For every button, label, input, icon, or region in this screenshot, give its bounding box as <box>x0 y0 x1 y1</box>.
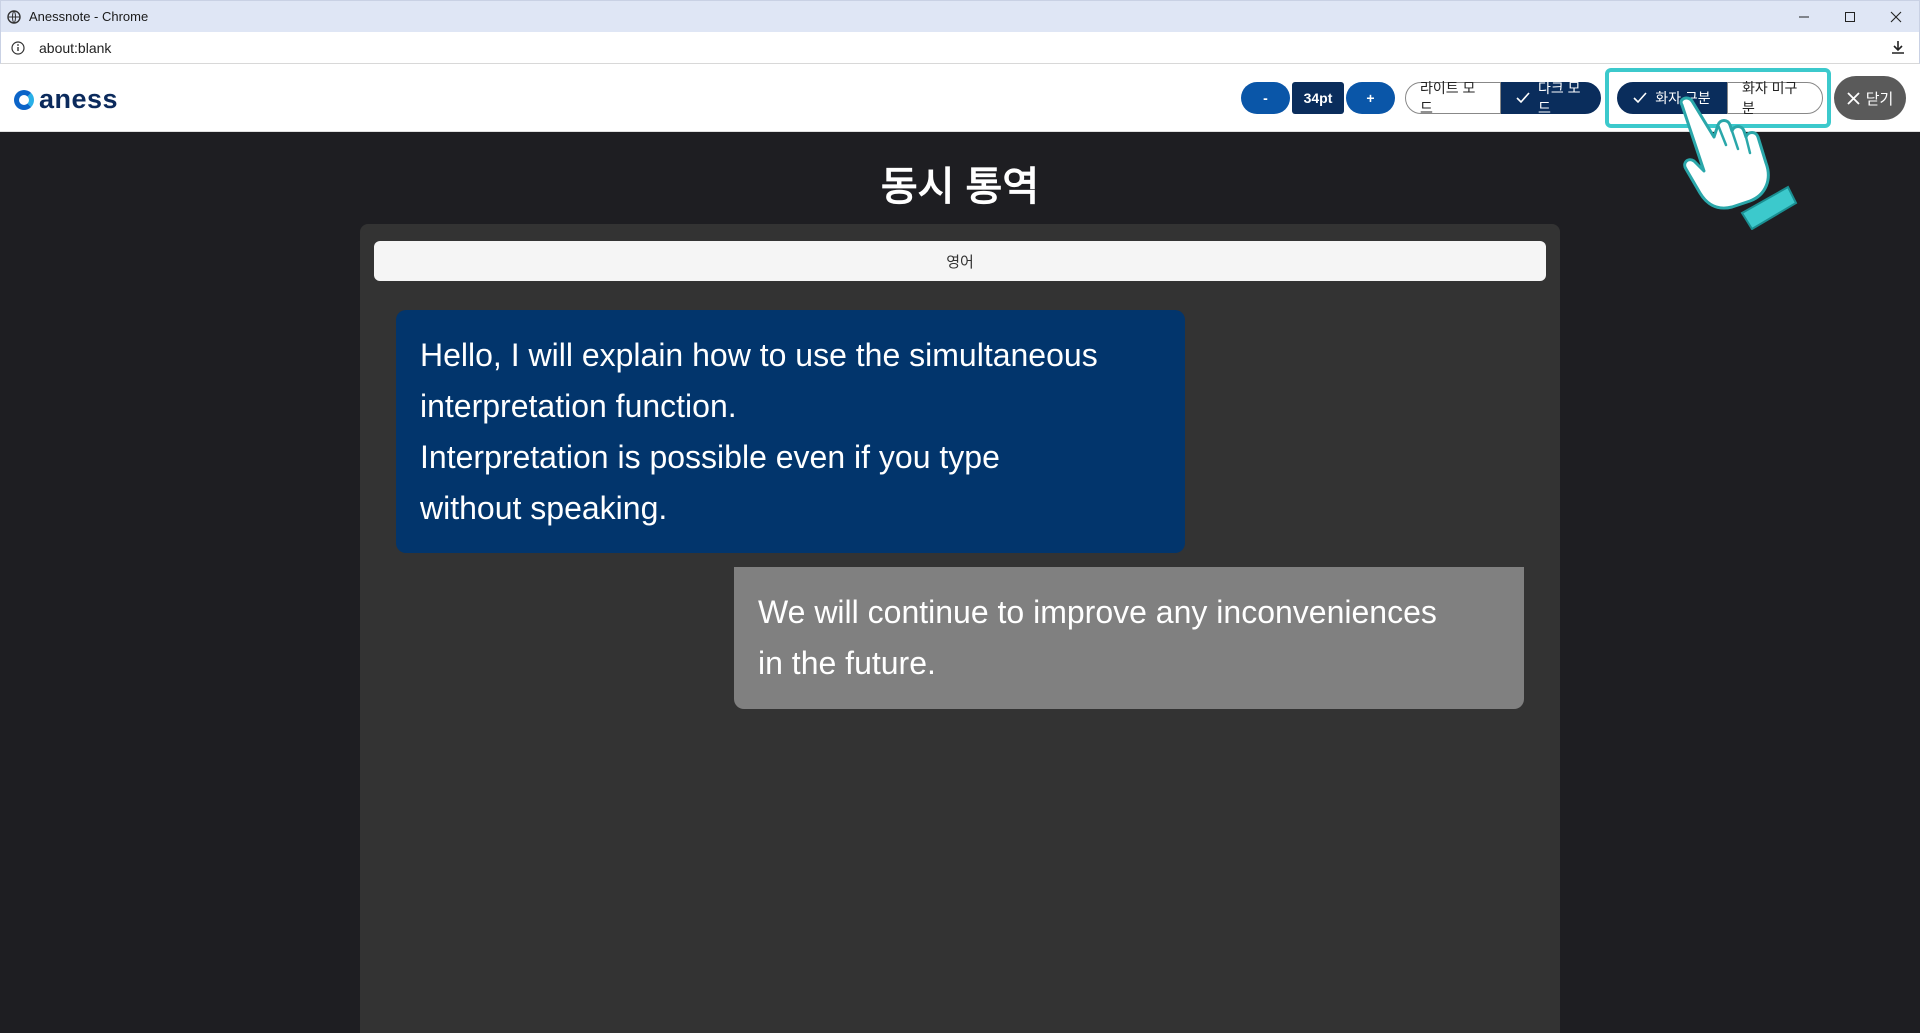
light-mode-label: 라이트 모드 <box>1420 80 1476 116</box>
message-line: Interpretation is possible even if you t… <box>420 439 1000 475</box>
close-icon <box>1847 91 1860 105</box>
logo-text: aness <box>39 84 119 114</box>
window-title: Anessnote - Chrome <box>29 9 149 24</box>
interpretation-panel: 영어 Hello, I will explain how to use the … <box>360 224 1560 1033</box>
window-titlebar: Anessnote - Chrome <box>0 0 1920 32</box>
address-bar: about:blank <box>0 32 1920 64</box>
window-controls <box>1781 1 1919 33</box>
main-area: 동시 통역 영어 Hello, I will explain how to us… <box>0 132 1920 1033</box>
message-bubble-speaker-2: We will continue to improve any inconven… <box>734 567 1524 709</box>
font-increase-button[interactable]: + <box>1346 82 1395 114</box>
app-header: aness - 34pt + 라이트 모드 다크 모드 화자 구분 화자 미구분 <box>0 64 1920 132</box>
message-line: We will continue to improve any inconven… <box>758 594 1437 630</box>
minimize-icon[interactable] <box>1781 1 1827 33</box>
display-mode-toggle: 라이트 모드 다크 모드 <box>1405 80 1601 116</box>
download-icon[interactable] <box>1889 39 1907 57</box>
check-icon <box>1516 92 1530 104</box>
window-close-icon[interactable] <box>1873 1 1919 33</box>
dark-mode-button[interactable]: 다크 모드 <box>1501 80 1601 116</box>
logo-ring-icon <box>14 89 34 110</box>
language-bar[interactable]: 영어 <box>374 241 1546 281</box>
url-text[interactable]: about:blank <box>39 40 111 56</box>
font-decrease-button[interactable]: - <box>1241 82 1290 114</box>
page-title: 동시 통역 <box>880 165 1040 209</box>
pointing-hand-icon <box>1679 96 1798 230</box>
close-button[interactable]: 닫기 <box>1834 76 1906 120</box>
message-line: Hello, I will explain how to use the sim… <box>420 337 1098 373</box>
info-icon[interactable] <box>11 40 27 56</box>
message-line: interpretation function. <box>420 388 737 424</box>
message-line: without speaking. <box>420 490 668 526</box>
globe-icon <box>7 9 22 24</box>
close-label: 닫기 <box>1865 90 1894 108</box>
font-size-display: 34pt <box>1292 82 1344 114</box>
maximize-icon[interactable] <box>1827 1 1873 33</box>
logo: aness <box>14 84 118 115</box>
message-bubble-speaker-1: Hello, I will explain how to use the sim… <box>396 310 1185 553</box>
light-mode-button[interactable]: 라이트 모드 <box>1405 80 1501 116</box>
message-line: in the future. <box>758 645 936 681</box>
dark-mode-label: 다크 모드 <box>1538 80 1581 116</box>
